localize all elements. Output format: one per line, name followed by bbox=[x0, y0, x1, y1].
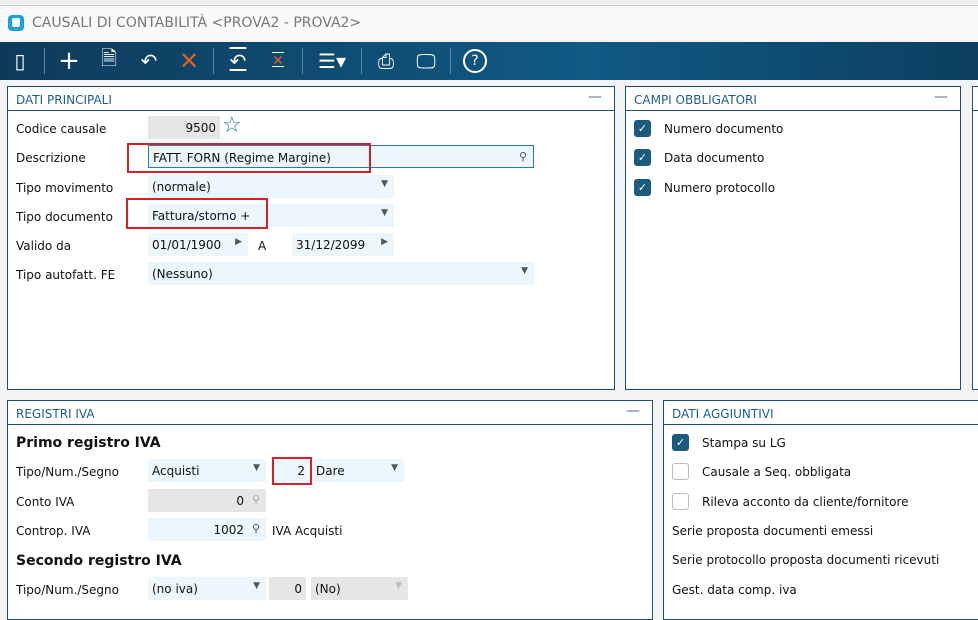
tipo2-value: (no iva) bbox=[152, 582, 198, 596]
menu-icon[interactable]: ☰▾ bbox=[307, 42, 357, 80]
chevron-down-icon: ▼ bbox=[395, 581, 402, 591]
checkbox-data-documento[interactable]: ✓ bbox=[634, 149, 651, 166]
document-icon[interactable]: 🗎 bbox=[89, 42, 129, 80]
help-icon[interactable]: ? bbox=[455, 42, 495, 80]
highlight-box bbox=[127, 143, 371, 173]
star-icon[interactable]: ☆ bbox=[222, 113, 242, 138]
secondo-registro-heading: Secondo registro IVA bbox=[16, 553, 182, 569]
controp-field[interactable]: 1002 ⚲ bbox=[148, 518, 266, 541]
checkbox-causale-seq[interactable] bbox=[672, 463, 689, 480]
chevron-right-icon[interactable]: ▶ bbox=[235, 237, 242, 247]
a-label: A bbox=[258, 239, 267, 253]
segno2-select[interactable]: (No) ▼ bbox=[311, 577, 408, 600]
panel-title: DATI PRINCIPALI bbox=[16, 93, 112, 107]
checkbox-stampa-lg[interactable]: ✓ bbox=[672, 434, 689, 451]
plus-icon[interactable]: + bbox=[49, 42, 89, 80]
chevron-down-icon: ▼ bbox=[521, 266, 528, 276]
search-icon: ⚲ bbox=[251, 493, 260, 506]
segno-select[interactable]: Dare ▼ bbox=[312, 459, 404, 482]
tipo-value: Acquisti bbox=[152, 464, 200, 478]
checkbox-label: Stampa su LG bbox=[702, 436, 786, 450]
monitor-icon[interactable]: 🖵 bbox=[406, 42, 446, 80]
panel-icon[interactable]: ▯ bbox=[0, 42, 40, 80]
highlight-box bbox=[126, 198, 268, 229]
campi-obbligatori-panel: CAMPI OBBLIGATORI — ✓ Numero documento ✓ … bbox=[625, 86, 961, 390]
registri-iva-panel: REGISTRI IVA — Primo registro IVA Tipo/Nu… bbox=[7, 400, 653, 620]
chevron-down-icon: ▼ bbox=[391, 463, 398, 473]
tipo2-label: Tipo/Num./Segno bbox=[16, 583, 119, 597]
controp-label: Controp. IVA bbox=[16, 524, 91, 538]
delete-icon[interactable]: ✕ bbox=[258, 42, 298, 80]
valido-da-value: 01/01/1900 bbox=[152, 238, 222, 252]
chevron-down-icon: ▼ bbox=[381, 208, 388, 218]
chevron-down-icon: ▼ bbox=[253, 463, 260, 473]
restore-icon[interactable]: ↶ bbox=[218, 42, 258, 80]
tipo2-select[interactable]: (no iva) ▼ bbox=[148, 577, 266, 600]
conto-iva-value: 0 bbox=[236, 494, 244, 508]
tipo-registro-select[interactable]: Acquisti ▼ bbox=[148, 459, 266, 482]
autofatt-label: Tipo autofatt. FE bbox=[16, 268, 116, 282]
controp-value: 1002 bbox=[213, 523, 244, 537]
panel-title: CAMPI OBBLIGATORI bbox=[634, 93, 757, 107]
checkbox-rileva-acconto[interactable] bbox=[672, 493, 689, 510]
search-icon[interactable]: ⚲ bbox=[252, 522, 260, 535]
checkbox-label: Data documento bbox=[664, 151, 765, 165]
checkbox-label: Numero protocollo bbox=[664, 181, 776, 195]
gest-data-label: Gest. data comp. iva bbox=[672, 583, 797, 597]
conto-iva-field[interactable]: 0 ⚲ bbox=[148, 489, 266, 512]
conto-iva-label: Conto IVA bbox=[16, 495, 75, 509]
valido-da-label: Valido da bbox=[16, 239, 72, 253]
window-title: CAUSALI DI CONTABILITÀ <PROVA2 - PROVA2> bbox=[32, 15, 362, 31]
autofatt-select[interactable]: (Nessuno) ▼ bbox=[148, 262, 534, 285]
tipo-movimento-value: (normale) bbox=[152, 180, 211, 194]
dati-principali-panel: DATI PRINCIPALI — Codice causale 9500 ☆ D… bbox=[7, 86, 615, 390]
close-icon[interactable]: ✕ bbox=[169, 42, 209, 80]
chevron-down-icon: ▼ bbox=[253, 581, 260, 591]
tipo-movimento-label: Tipo movimento bbox=[16, 181, 114, 195]
autofatt-value: (Nessuno) bbox=[152, 267, 213, 281]
primo-registro-heading: Primo registro IVA bbox=[16, 435, 161, 451]
dati-aggiuntivi-panel: DATI AGGIUNTIVI ✓ Stampa su LG Causale a… bbox=[663, 400, 978, 620]
valido-a-field[interactable]: 31/12/2099 ▶ bbox=[292, 233, 394, 256]
checkbox-numero-protocollo[interactable]: ✓ bbox=[634, 179, 651, 196]
print-icon[interactable]: ⎙ bbox=[366, 42, 406, 80]
checkbox-label: Causale a Seq. obbligata bbox=[702, 465, 852, 479]
checkbox-label: Rileva acconto da cliente/fornitore bbox=[702, 495, 909, 509]
descrizione-label: Descrizione bbox=[16, 151, 86, 165]
minimize-icon[interactable]: — bbox=[626, 403, 640, 419]
toolbar: ▯ + 🗎 ↶ ✕ ↶ ✕ ☰▾ ⎙ 🖵 ? bbox=[0, 42, 978, 80]
codice-field[interactable]: 9500 bbox=[148, 116, 220, 139]
tipo-documento-label: Tipo documento bbox=[16, 210, 113, 224]
side-panel-edge bbox=[972, 86, 978, 390]
tipo-label: Tipo/Num./Segno bbox=[16, 465, 119, 479]
title-bar: CAUSALI DI CONTABILITÀ <PROVA2 - PROVA2> bbox=[0, 6, 978, 40]
minimize-icon[interactable]: — bbox=[934, 89, 948, 105]
panel-title: REGISTRI IVA bbox=[16, 407, 95, 421]
chevron-down-icon: ▼ bbox=[381, 179, 388, 189]
checkbox-label: Numero documento bbox=[664, 122, 784, 136]
highlight-box bbox=[272, 457, 312, 485]
segno2-value: (No) bbox=[315, 582, 341, 596]
minimize-icon[interactable]: — bbox=[588, 89, 602, 105]
checkbox-numero-documento[interactable]: ✓ bbox=[634, 120, 651, 137]
valido-a-value: 31/12/2099 bbox=[296, 238, 366, 252]
undo-icon[interactable]: ↶ bbox=[129, 42, 169, 80]
chevron-right-icon[interactable]: ▶ bbox=[381, 237, 388, 247]
tipo-movimento-select[interactable]: (normale) ▼ bbox=[148, 175, 394, 198]
controp-description: IVA Acquisti bbox=[272, 524, 343, 538]
app-logo-icon bbox=[8, 15, 24, 31]
search-icon[interactable]: ⚲ bbox=[519, 150, 527, 163]
codice-label: Codice causale bbox=[16, 122, 107, 136]
num2-field[interactable]: 0 bbox=[269, 577, 306, 600]
valido-da-field[interactable]: 01/01/1900 ▶ bbox=[148, 233, 248, 256]
serie-emessi-label: Serie proposta documenti emessi bbox=[672, 524, 874, 538]
serie-protocollo-label: Serie protocollo proposta documenti rice… bbox=[672, 553, 940, 567]
segno-value: Dare bbox=[316, 464, 345, 478]
panel-title: DATI AGGIUNTIVI bbox=[672, 407, 774, 421]
